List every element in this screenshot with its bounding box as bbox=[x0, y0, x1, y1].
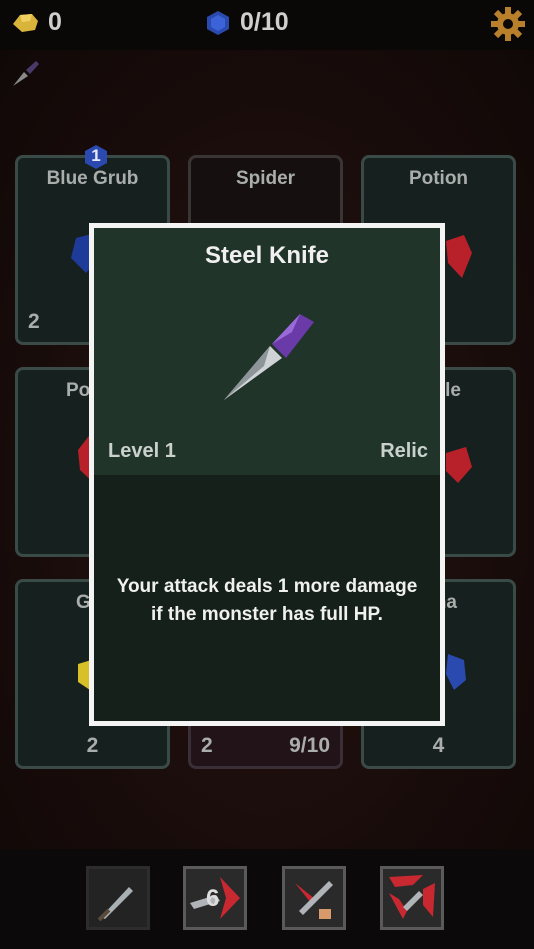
description-line: Your attack deals 1 more damage bbox=[116, 576, 418, 597]
card-count: 2 bbox=[28, 310, 40, 333]
spin-skill-icon bbox=[389, 875, 435, 919]
steel-knife-icon bbox=[224, 314, 314, 400]
modal-header: Steel Knife Level 1 Relic bbox=[94, 228, 440, 475]
gold-count: 0 bbox=[48, 8, 62, 36]
skill-count: 6 bbox=[206, 885, 220, 912]
item-detail-modal[interactable]: Steel Knife Level 1 Relic Your attack de… bbox=[89, 223, 445, 726]
card-title: Potion bbox=[408, 168, 469, 189]
top-hud: 0 0/10 bbox=[0, 0, 534, 50]
potion-icon bbox=[446, 235, 472, 278]
item-rarity: Relic bbox=[380, 440, 428, 462]
red-gem-icon bbox=[446, 447, 472, 483]
card-count: 4 bbox=[432, 734, 445, 757]
skill-slot-slash[interactable] bbox=[282, 866, 346, 930]
gem-count: 0/10 bbox=[240, 8, 289, 36]
card-count: 2 bbox=[201, 734, 213, 757]
skill-bar bbox=[0, 850, 534, 949]
sword-skill-icon bbox=[97, 887, 133, 922]
card-progress: 9/10 bbox=[289, 734, 330, 757]
modal-title: Steel Knife bbox=[204, 242, 330, 269]
gem-icon bbox=[207, 10, 229, 35]
gold-counter: 0 bbox=[10, 8, 62, 37]
skill-slot-spin[interactable] bbox=[380, 866, 444, 930]
card-title: Spider bbox=[235, 168, 296, 189]
skill-slot-sword[interactable] bbox=[86, 866, 150, 930]
gear-icon[interactable] bbox=[490, 6, 526, 42]
description-line: if the monster has full HP. bbox=[151, 604, 383, 625]
gem-counter: 0/10 bbox=[204, 8, 289, 37]
slash-skill-icon bbox=[295, 881, 333, 919]
card-title: Blue Grub bbox=[46, 168, 139, 189]
card-count: 2 bbox=[86, 734, 99, 757]
blue-gem-icon bbox=[446, 654, 466, 690]
item-level: Level 1 bbox=[108, 440, 176, 462]
item-description: Your attack deals 1 more damage if the m… bbox=[94, 573, 440, 629]
level-badge bbox=[85, 145, 107, 169]
skill-slot-throw[interactable]: 6 bbox=[183, 866, 247, 930]
equipped-knife-icon[interactable] bbox=[10, 58, 42, 90]
gold-icon bbox=[13, 13, 38, 32]
